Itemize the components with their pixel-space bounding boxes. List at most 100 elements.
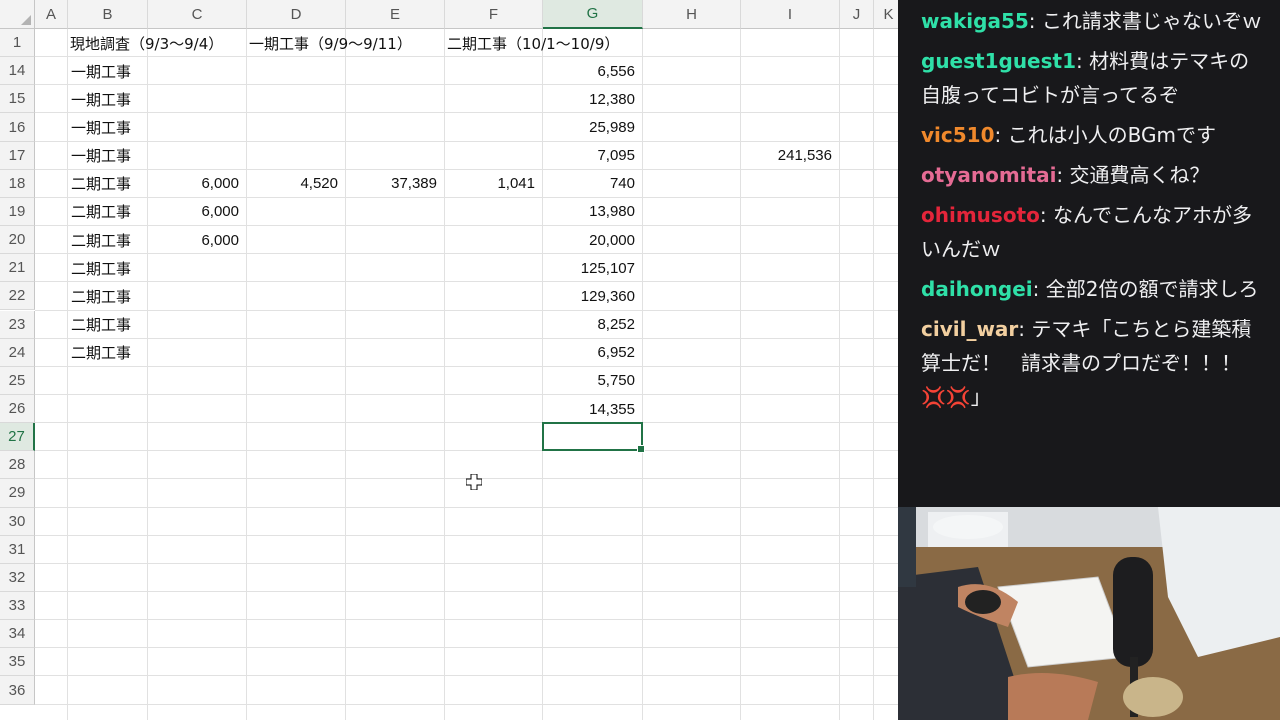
row-header-36[interactable]: 36 [0,676,35,705]
cell-e18[interactable]: 37,389 [346,170,445,198]
grid-line [35,393,898,395]
chat-username[interactable]: daihongei [921,277,1033,301]
cell-b21[interactable]: 二期工事 [71,254,131,282]
grid-line [35,422,898,424]
cell-g16[interactable]: 25,989 [543,113,643,141]
cell-b15[interactable]: 一期工事 [71,85,131,113]
cell-c20[interactable]: 6,000 [148,226,247,254]
row-header-31[interactable]: 31 [0,535,35,564]
cell-g24[interactable]: 6,952 [543,339,643,367]
row-header-24[interactable]: 24 [0,338,35,367]
grid-line [147,29,148,720]
cell-g14[interactable]: 6,556 [543,57,643,85]
cell-g17[interactable]: 7,095 [543,142,643,170]
cell-g15[interactable]: 12,380 [543,85,643,113]
header-cell-b1[interactable]: 現地調査（9/3～9/4） [70,29,223,57]
select-all-corner[interactable] [0,0,35,29]
row-header-27[interactable]: 27 [0,423,35,452]
cell-b16[interactable]: 一期工事 [71,113,131,141]
cell-g22[interactable]: 129,360 [543,282,643,310]
cell-g18[interactable]: 740 [543,170,643,198]
chat-separator: : [1076,49,1090,73]
chat-panel: wakiga55: これ請求書じゃないぞｗ guest1guest1: 材料費はテ… [898,0,1280,507]
grid-line [35,112,898,114]
cell-b24[interactable]: 二期工事 [71,339,131,367]
row-header-18[interactable]: 18 [0,169,35,198]
chat-separator: : [1056,163,1070,187]
row-header-23[interactable]: 23 [0,310,35,339]
row-header-17[interactable]: 17 [0,141,35,170]
row-header-33[interactable]: 33 [0,592,35,621]
cell-b19[interactable]: 二期工事 [71,198,131,226]
chat-username[interactable]: wakiga55 [921,9,1029,33]
column-header-j[interactable]: J [840,0,874,29]
chat-username[interactable]: vic510 [921,123,995,147]
row-header-1[interactable]: 1 [0,29,35,58]
chat-separator: : [1039,203,1053,227]
grid-line [35,281,898,283]
column-header-c[interactable]: C [148,0,247,29]
active-cell-selection[interactable] [542,422,645,454]
row-header-16[interactable]: 16 [0,113,35,142]
cell-c18[interactable]: 6,000 [148,170,247,198]
column-header-f[interactable]: F [445,0,543,29]
cell-b14[interactable]: 一期工事 [71,57,131,85]
row-header-20[interactable]: 20 [0,226,35,255]
chat-username[interactable]: ohimusoto [921,203,1040,227]
cell-b20[interactable]: 二期工事 [71,226,131,254]
cell-b18[interactable]: 二期工事 [71,170,131,198]
column-header-a[interactable]: A [35,0,68,29]
cell-f18[interactable]: 1,041 [445,170,543,198]
row-header-15[interactable]: 15 [0,85,35,114]
cell-i17[interactable]: 241,536 [741,142,840,170]
cell-g21[interactable]: 125,107 [543,254,643,282]
grid-line [35,534,898,536]
row-header-22[interactable]: 22 [0,282,35,311]
column-header-g[interactable]: G [543,0,643,29]
column-header-b[interactable]: B [68,0,148,29]
cell-b23[interactable]: 二期工事 [71,311,131,339]
cell-g20[interactable]: 20,000 [543,226,643,254]
row-header-35[interactable]: 35 [0,648,35,677]
chat-text: 交通費高くね？ [1069,163,1210,187]
column-header-e[interactable]: E [346,0,445,29]
column-header-k[interactable]: K [874,0,898,29]
spreadsheet[interactable]: A B C D E F G H I J K 1 14 15 16 17 18 19 20 21 22 23 24 25 26 27… [0,0,898,720]
row-header-21[interactable]: 21 [0,254,35,283]
cell-b22[interactable]: 二期工事 [71,282,131,310]
chat-message: ohimusoto: なんでこんなアホが多いんだｗ [921,198,1264,266]
chat-message: daihongei: 全部2倍の額で請求しろ [921,272,1264,306]
grid-line [873,29,874,720]
grid-line [35,309,898,311]
column-header-d[interactable]: D [247,0,346,29]
grid-line [35,506,898,508]
chat-text: これは小人のBGmです [1007,123,1216,147]
cell-g23[interactable]: 8,252 [543,311,643,339]
cell-g26[interactable]: 14,355 [543,395,643,423]
header-cell-f1[interactable]: 二期工事（10/1～10/9） [447,29,619,57]
cell-g25[interactable]: 5,750 [543,367,643,395]
cell-d18[interactable]: 4,520 [247,170,346,198]
cell-c19[interactable]: 6,000 [148,198,247,226]
row-header-32[interactable]: 32 [0,563,35,592]
cell-g19[interactable]: 13,980 [543,198,643,226]
chat-username[interactable]: otyanomitai [921,163,1056,187]
row-header-34[interactable]: 34 [0,620,35,649]
chat-username[interactable]: civil_war [921,317,1018,341]
row-header-25[interactable]: 25 [0,366,35,395]
row-header-28[interactable]: 28 [0,451,35,480]
row-header-29[interactable]: 29 [0,479,35,508]
cell-b17[interactable]: 一期工事 [71,142,131,170]
grid-line [35,337,898,339]
chat-username[interactable]: guest1guest1 [921,49,1076,73]
row-header-26[interactable]: 26 [0,394,35,424]
column-header-i[interactable]: I [741,0,840,29]
column-header-h[interactable]: H [643,0,741,29]
row-header-14[interactable]: 14 [0,57,35,86]
grid-line [740,29,741,720]
grid-line [67,29,68,720]
row-header-19[interactable]: 19 [0,197,35,227]
row-header-30[interactable]: 30 [0,507,35,536]
grid-line [35,703,898,705]
header-cell-d1[interactable]: 一期工事（9/9～9/11） [249,29,412,57]
